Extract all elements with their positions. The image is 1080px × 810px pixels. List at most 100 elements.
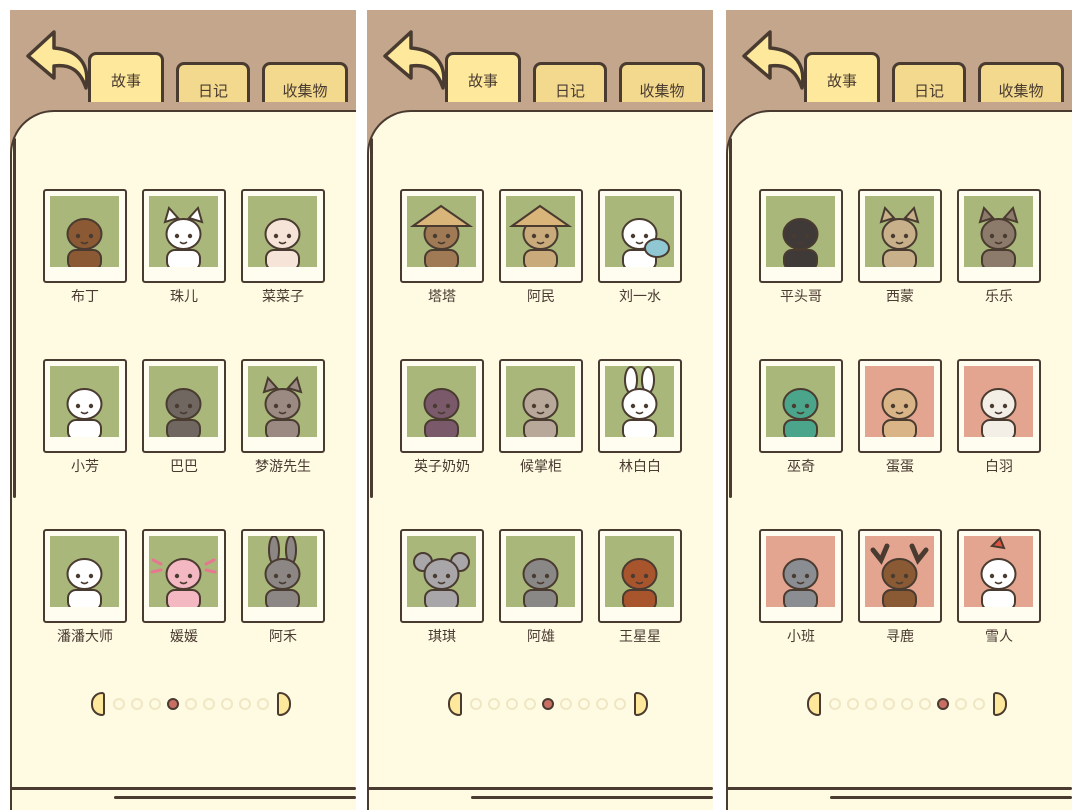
character-card[interactable] [43,529,127,623]
character-card[interactable] [957,189,1041,283]
back-button[interactable] [377,26,453,92]
pager-dot[interactable] [131,698,143,710]
tab-2[interactable]: 收集物 [978,62,1064,102]
character-card[interactable] [957,359,1041,453]
character-name: 阿民 [527,289,555,305]
character-name: 寻鹿 [886,629,914,645]
pager-dot[interactable] [560,698,572,710]
character-card[interactable] [858,189,942,283]
character-card[interactable] [598,359,682,453]
character-card[interactable] [598,529,682,623]
character-card[interactable] [400,359,484,453]
character-card[interactable] [43,359,127,453]
character-card[interactable] [400,529,484,623]
character-card[interactable] [142,189,226,283]
pager-dot[interactable] [596,698,608,710]
sheep-portrait-icon [248,196,317,267]
pager-dot[interactable] [506,698,518,710]
pager-dot[interactable] [488,698,500,710]
back-button[interactable] [736,26,812,92]
pager-prev-button[interactable] [807,692,821,716]
character-name: 王星星 [619,629,661,645]
character-card[interactable] [759,529,843,623]
tab-0[interactable]: 故事 [445,52,521,102]
page-bottom-edge [471,796,713,799]
character-name: 西蒙 [886,289,914,305]
back-arrow-icon [742,30,805,90]
pager-dot[interactable] [937,698,949,710]
straw-hat-portrait-icon [407,196,476,267]
pager-dot[interactable] [865,698,877,710]
character-card[interactable] [759,189,843,283]
back-arrow-icon [383,30,446,90]
snowman-portrait-icon [964,536,1033,607]
character-card[interactable] [499,189,583,283]
pager-dot[interactable] [901,698,913,710]
page-bottom-edge [726,787,1072,790]
tab-1[interactable]: 日记 [892,62,966,102]
character-name: 英子奶奶 [414,459,470,475]
character-name: 雪人 [985,629,1013,645]
pager-dot[interactable] [257,698,269,710]
tab-2[interactable]: 收集物 [262,62,348,102]
character-name: 林白白 [619,459,661,475]
pager-dot[interactable] [542,698,554,710]
pager-dot[interactable] [524,698,536,710]
pager-dot[interactable] [470,698,482,710]
pager-prev-button[interactable] [91,692,105,716]
character-card[interactable] [241,529,325,623]
moose-portrait-icon [865,536,934,607]
character-name: 白羽 [985,459,1013,475]
character-name: 梦游先生 [255,459,311,475]
character-card[interactable] [598,189,682,283]
screen-panel: 故事 日记 收集物 塔塔 阿民 刘一水 英子奶奶 候掌柜 林白白 琪琪 阿雄 王星星 [367,10,713,810]
pager-dot[interactable] [185,698,197,710]
pager-dot[interactable] [167,698,179,710]
pager-dot[interactable] [221,698,233,710]
pager-dot[interactable] [239,698,251,710]
pager-dot[interactable] [955,698,967,710]
character-card[interactable] [759,359,843,453]
character-card[interactable] [43,189,127,283]
tab-0[interactable]: 故事 [88,52,164,102]
character-name: 蛋蛋 [886,459,914,475]
pager-dot[interactable] [883,698,895,710]
character-name: 塔塔 [428,289,456,305]
pager-dot[interactable] [203,698,215,710]
character-card[interactable] [142,359,226,453]
back-button[interactable] [20,26,96,92]
character-card[interactable] [400,189,484,283]
character-card[interactable] [858,529,942,623]
donkey-portrait-icon [248,536,317,607]
character-card[interactable] [142,529,226,623]
tab-0[interactable]: 故事 [804,52,880,102]
pager-dot[interactable] [578,698,590,710]
axolotl-portrait-icon [149,536,218,607]
screen-panel: 故事 日记 收集物 布丁 珠儿 菜菜子 小芳 巴巴 梦游先生 潘潘大师 媛媛 阿禾 [10,10,356,810]
pager-dot[interactable] [829,698,841,710]
character-card[interactable] [499,529,583,623]
pager-dot[interactable] [973,698,985,710]
character-card[interactable] [241,189,325,283]
character-name: 巴巴 [170,459,198,475]
character-name: 乐乐 [985,289,1013,305]
pager-dot[interactable] [847,698,859,710]
tab-2[interactable]: 收集物 [619,62,705,102]
character-card[interactable] [241,359,325,453]
pager-dot[interactable] [614,698,626,710]
pager-dot[interactable] [149,698,161,710]
character-name: 候掌柜 [520,459,562,475]
tab-1[interactable]: 日记 [176,62,250,102]
character-name: 布丁 [71,289,99,305]
character-name: 潘潘大师 [57,629,113,645]
character-name: 刘一水 [619,289,661,305]
pager-prev-button[interactable] [448,692,462,716]
tab-1[interactable]: 日记 [533,62,607,102]
pager-dot[interactable] [919,698,931,710]
character-card[interactable] [499,359,583,453]
page-bottom-edge [830,796,1072,799]
pager-dot[interactable] [113,698,125,710]
panda-portrait-icon [50,536,119,607]
character-card[interactable] [858,359,942,453]
character-card[interactable] [957,529,1041,623]
